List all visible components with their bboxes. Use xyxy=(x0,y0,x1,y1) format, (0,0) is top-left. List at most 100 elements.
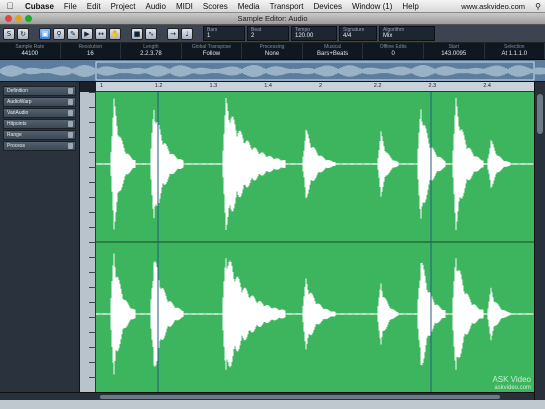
scale-tick xyxy=(89,107,96,108)
info-length[interactable]: Length 2.2.3.78 xyxy=(121,43,182,59)
scale-tick xyxy=(89,332,96,333)
ruler-label: 2 xyxy=(319,83,323,89)
section-toggle-icon xyxy=(68,132,73,138)
window-title: Sample Editor: Audio xyxy=(237,14,308,23)
algorithm-field[interactable]: Algorithm Mix xyxy=(379,26,435,41)
beat-field[interactable]: Beat 2 xyxy=(247,26,289,41)
bars-field[interactable]: Bars 1 xyxy=(203,26,245,41)
info-sample-rate[interactable]: Sample Rate 44100 xyxy=(0,43,61,59)
info-processing[interactable]: Processing None xyxy=(242,43,303,59)
section-toggle-icon xyxy=(68,143,73,149)
scrub-tool-icon[interactable]: ↔ xyxy=(95,27,107,40)
overview-waveform xyxy=(0,61,545,81)
scale-tick xyxy=(89,92,96,93)
menu-audio[interactable]: Audio xyxy=(141,2,171,11)
menu-midi[interactable]: MIDI xyxy=(171,2,198,11)
play-tool-icon[interactable]: ▶ xyxy=(81,27,93,40)
section-toggle-icon xyxy=(68,121,73,127)
minimize-window-button[interactable] xyxy=(15,15,22,22)
menu-app[interactable]: Cubase xyxy=(20,2,59,11)
info-global-transpose[interactable]: Global Transpose Follow xyxy=(182,43,243,59)
scale-tick xyxy=(89,182,96,183)
ruler-label: 1 xyxy=(100,83,104,89)
ruler-label: 1.4 xyxy=(264,83,272,89)
waveform-display[interactable] xyxy=(96,92,534,392)
time-ruler[interactable]: 1 1.2 1.3 1.4 2 2.2 2.3 2.4 xyxy=(96,82,534,92)
overview-line[interactable] xyxy=(0,60,545,82)
scale-tick xyxy=(89,287,96,288)
scale-tick xyxy=(89,272,96,273)
watermark: ASK Video askvideo.com xyxy=(492,375,531,392)
section-toggle-icon xyxy=(68,110,73,116)
close-window-button[interactable] xyxy=(5,15,12,22)
tempo-field[interactable]: Tempo 120.00 xyxy=(291,26,337,41)
menu-scores[interactable]: Scores xyxy=(198,2,233,11)
menu-file[interactable]: File xyxy=(59,2,82,11)
inspector-variaudio[interactable]: VariAudio xyxy=(3,108,76,118)
horizontal-scroll-thumb[interactable] xyxy=(100,395,500,399)
snap-to-zero-icon[interactable]: ∿ xyxy=(145,27,157,40)
inspector-range[interactable]: Range xyxy=(3,130,76,140)
scale-tick xyxy=(89,212,96,213)
window-titlebar: Sample Editor: Audio xyxy=(0,13,545,25)
audition-loop-icon[interactable]: ↻ xyxy=(17,27,29,40)
scale-tick xyxy=(89,122,96,123)
scale-tick xyxy=(89,362,96,363)
vertical-scroll-thumb[interactable] xyxy=(537,94,543,134)
inspector-definition[interactable]: Definition xyxy=(3,86,76,96)
app-window:  Cubase File Edit Project Audio MIDI Sc… xyxy=(0,0,545,409)
scale-tick xyxy=(89,317,96,318)
menu-edit[interactable]: Edit xyxy=(82,2,106,11)
draw-tool-icon[interactable]: ✎ xyxy=(67,27,79,40)
scale-tick xyxy=(89,197,96,198)
vertical-scrollbar[interactable] xyxy=(534,82,545,400)
ruler-label: 2.3 xyxy=(428,83,437,89)
scale-tick xyxy=(89,152,96,153)
zoom-tool-icon[interactable]: ⚲ xyxy=(53,27,65,40)
menu-window[interactable]: Window (1) xyxy=(347,2,397,11)
inspector-process[interactable]: Process xyxy=(3,141,76,151)
apple-menu-icon[interactable]:  xyxy=(0,1,20,11)
info-resolution[interactable]: Resolution 16 xyxy=(61,43,122,59)
info-line: Sample Rate 44100 Resolution 16 Length 2.2.… xyxy=(0,43,545,60)
bottom-bar xyxy=(0,400,545,409)
menu-help[interactable]: Help xyxy=(397,2,423,11)
inspector-audiowarp[interactable]: AudioWarp xyxy=(3,97,76,107)
info-selection[interactable]: Selection At 1.1.1.0 xyxy=(485,43,545,59)
waveform-svg xyxy=(96,92,534,392)
solo-button[interactable]: S xyxy=(3,27,15,40)
scale-tick xyxy=(89,242,96,243)
hand-tool-icon[interactable]: ✋ xyxy=(109,27,121,40)
ruler-label: 1.2 xyxy=(154,83,163,89)
info-start[interactable]: Start 143.0095 xyxy=(424,43,485,59)
zoom-window-button[interactable] xyxy=(25,15,32,22)
spotlight-icon[interactable]: ⚲ xyxy=(531,2,545,11)
ruler-label: 2.2 xyxy=(373,83,382,89)
info-offline-edits[interactable]: Offline Edits 0 xyxy=(363,43,424,59)
editor-toolbar: S ↻ ▣ ⚲ ✎ ▶ ↔ ✋ ■ ∿ → ♩ Bars 1 Beat 2 Te… xyxy=(0,25,545,43)
ruler-label: 2.4 xyxy=(483,83,491,89)
section-toggle-icon xyxy=(68,99,73,105)
range-selection-tool-icon[interactable]: ▣ xyxy=(39,27,51,40)
scale-tick xyxy=(89,257,96,258)
ruler-label: 1.3 xyxy=(209,83,218,89)
window-controls xyxy=(5,15,32,22)
autoscroll-icon[interactable]: → xyxy=(167,27,179,40)
scale-tick xyxy=(89,302,96,303)
mac-menubar:  Cubase File Edit Project Audio MIDI Sc… xyxy=(0,0,545,13)
menu-devices[interactable]: Devices xyxy=(309,2,347,11)
scale-tick xyxy=(89,377,96,378)
inspector-panel: Definition AudioWarp VariAudio Hitpoints… xyxy=(0,82,80,400)
scale-tick xyxy=(89,227,96,228)
menu-transport[interactable]: Transport xyxy=(265,2,309,11)
musical-mode-icon[interactable]: ♩ xyxy=(181,27,193,40)
signature-field[interactable]: Signature 4/4 xyxy=(339,26,377,41)
menu-media[interactable]: Media xyxy=(233,2,265,11)
scale-tick xyxy=(89,137,96,138)
horizontal-scrollbar[interactable] xyxy=(0,392,534,400)
inspector-hitpoints[interactable]: Hitpoints xyxy=(3,119,76,129)
menu-project[interactable]: Project xyxy=(106,2,141,11)
info-musical[interactable]: Musical Bars+Beats xyxy=(303,43,364,59)
scale-tick xyxy=(89,347,96,348)
show-regions-icon[interactable]: ■ xyxy=(131,27,143,40)
